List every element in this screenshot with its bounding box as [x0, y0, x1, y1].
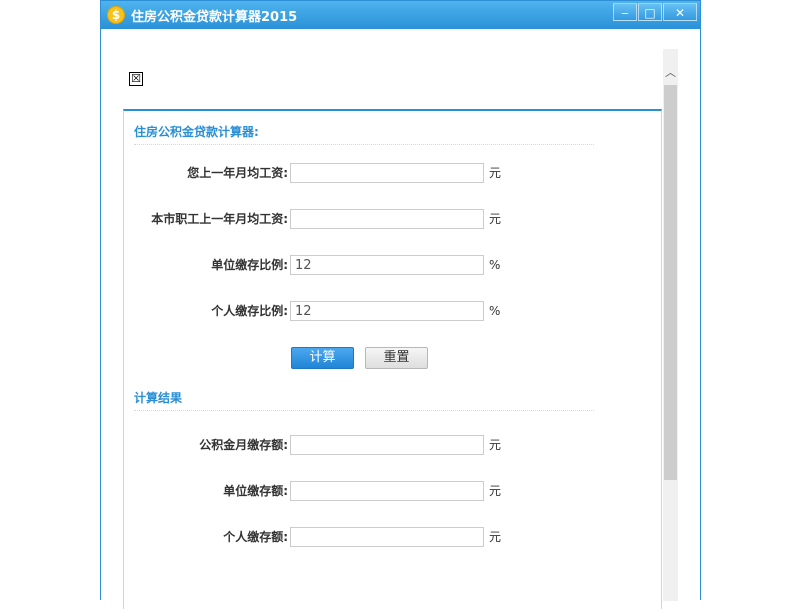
content-area: ☒ 住房公积金贷款计算器: 您上一年月均工资: 元 本市职工上一年月均工资: 元…: [101, 29, 700, 609]
employer-rate-label: 单位缴存比例:: [211, 258, 288, 272]
city-average-salary-unit: 元: [489, 212, 502, 226]
section-divider: [134, 410, 594, 411]
monthly-deposit-label: 公积金月缴存额:: [199, 438, 288, 452]
personal-deposit-label: 个人缴存额:: [223, 530, 288, 544]
close-button[interactable]: ✕: [663, 3, 697, 21]
personal-deposit-output[interactable]: [290, 527, 484, 547]
personal-rate-input[interactable]: [290, 301, 484, 321]
calculator-panel: 住房公积金贷款计算器: 您上一年月均工资: 元 本市职工上一年月均工资: 元 单…: [123, 109, 662, 609]
monthly-salary-label: 您上一年月均工资:: [187, 166, 288, 180]
employer-deposit-unit: 元: [489, 484, 502, 498]
city-average-salary-label: 本市职工上一年月均工资:: [151, 212, 288, 226]
calculate-button[interactable]: 计算: [291, 347, 354, 369]
reset-button[interactable]: 重置: [365, 347, 428, 369]
monthly-salary-input[interactable]: [290, 163, 484, 183]
window-title: 住房公积金贷款计算器2015: [131, 10, 298, 25]
maximize-button[interactable]: □: [638, 3, 662, 21]
personal-rate-unit: %: [489, 304, 501, 318]
results-section-title: 计算结果: [134, 391, 183, 405]
calculator-section-title: 住房公积金贷款计算器:: [134, 125, 259, 139]
employer-deposit-label: 单位缴存额:: [223, 484, 288, 498]
employer-rate-input[interactable]: [290, 255, 484, 275]
vertical-scrollbar[interactable]: ︿: [663, 49, 678, 601]
broken-image-icon: ☒: [129, 72, 143, 86]
app-window: $ 住房公积金贷款计算器2015 ‒ □ ✕ ☒ 住房公积金贷款计算器: 您上一…: [100, 0, 701, 609]
personal-deposit-unit: 元: [489, 530, 502, 544]
coin-icon: $: [107, 6, 125, 24]
employer-deposit-output[interactable]: [290, 481, 484, 501]
monthly-deposit-output[interactable]: [290, 435, 484, 455]
monthly-salary-unit: 元: [489, 166, 502, 180]
minimize-button[interactable]: ‒: [613, 3, 637, 21]
scroll-up-arrow-icon[interactable]: ︿: [663, 64, 678, 82]
employer-rate-unit: %: [489, 258, 501, 272]
title-bar[interactable]: $ 住房公积金贷款计算器2015 ‒ □ ✕: [101, 1, 700, 29]
scroll-thumb[interactable]: [664, 85, 677, 480]
personal-rate-label: 个人缴存比例:: [211, 304, 288, 318]
city-average-salary-input[interactable]: [290, 209, 484, 229]
section-divider: [134, 144, 594, 145]
monthly-deposit-unit: 元: [489, 438, 502, 452]
